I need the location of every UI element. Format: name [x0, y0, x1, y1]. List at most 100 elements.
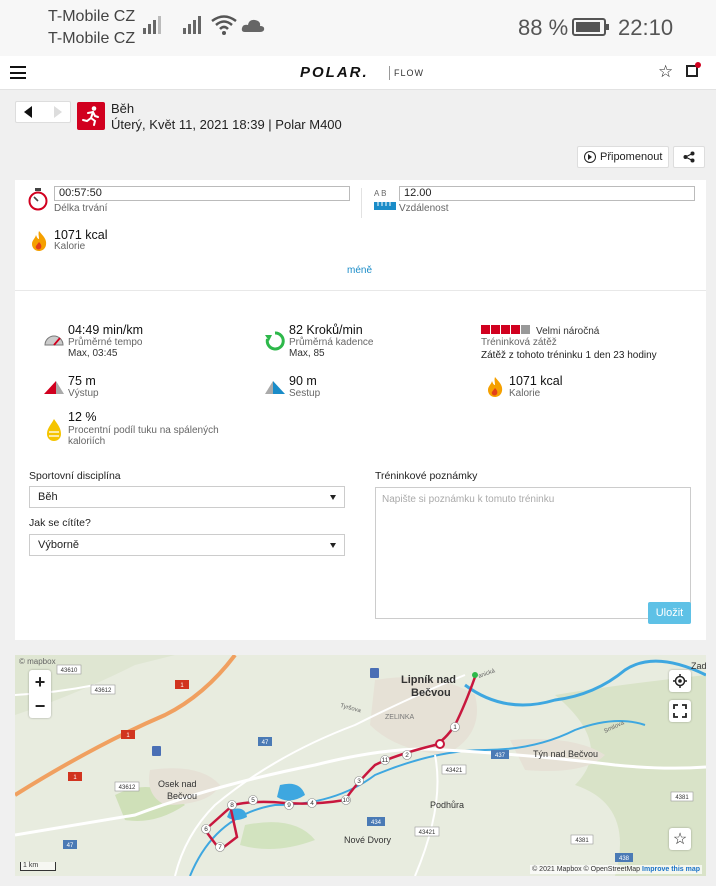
menu-icon[interactable]	[10, 66, 26, 79]
route-map[interactable]: 1 2 3 4 5 6 7 8 9 10 11 43610 43612 1 1 …	[15, 655, 706, 876]
feeling-label: Jak se cítíte?	[29, 517, 91, 529]
session-subtitle: Úterý, Květ 11, 2021 18:39 | Polar M400	[111, 117, 342, 132]
road-number: 434	[371, 820, 382, 826]
section-divider	[15, 290, 706, 291]
flame-icon	[32, 231, 47, 251]
summary-divider	[361, 188, 362, 218]
map-scale-bar: 1 km	[20, 862, 56, 871]
zoom-out-button[interactable]: −	[29, 694, 51, 718]
road-number: 43421	[419, 830, 436, 836]
distance-label: Vzdálenost	[399, 203, 449, 214]
previous-session-arrow-icon[interactable]	[24, 106, 32, 118]
calories-label-secondary: Kalorie	[509, 388, 541, 399]
running-icon	[77, 102, 105, 130]
train-station-icon	[370, 668, 379, 678]
map-label-town: Bečvou	[167, 791, 197, 801]
locate-button[interactable]	[669, 670, 691, 692]
fat-value: 12 %	[68, 410, 97, 424]
training-load-level: Velmi náročná	[536, 326, 600, 337]
next-session-arrow-icon[interactable]	[54, 106, 62, 118]
chevron-down-icon-secondary	[330, 543, 336, 548]
training-load-label: Tréninková zátěž	[481, 337, 557, 348]
road-number: 437	[495, 753, 506, 759]
cloud-icon	[241, 19, 265, 32]
sport-select-value: Běh	[38, 491, 58, 503]
calories-value-secondary: 1071 kcal	[509, 374, 563, 388]
distance-ab-label: A B	[374, 189, 387, 198]
signal-icon-secondary	[183, 16, 201, 34]
carrier-name-secondary: T-Mobile CZ	[48, 30, 136, 47]
sport-select[interactable]: Běh	[29, 486, 345, 508]
map-label-district: ZELINKA	[385, 714, 415, 721]
road-number: 47	[67, 843, 74, 849]
flame-icon-secondary	[488, 377, 503, 397]
fat-burn-icon	[47, 419, 61, 441]
attribution-text[interactable]: © 2021 Mapbox © OpenStreetMap	[532, 866, 640, 873]
km-marker: 9	[287, 802, 291, 809]
pace-value: 04:49 min/km	[68, 323, 144, 337]
km-marker: 1	[453, 724, 457, 731]
remind-label: Připomenout	[600, 151, 663, 163]
training-load-square	[491, 325, 500, 334]
road-number: 43612	[95, 688, 112, 694]
show-less-link[interactable]: méně	[347, 265, 372, 276]
train-station-icon	[152, 746, 161, 756]
calories-value: 1071 kcal	[54, 228, 108, 242]
map-label-town: Týn nad Bečvou	[533, 749, 598, 759]
map-favorite-star-icon[interactable]: ☆	[669, 828, 691, 850]
pace-max: Max, 03:45	[68, 348, 118, 359]
map-label-town: Bečvou	[411, 687, 451, 699]
mapbox-logo[interactable]: © mapbox	[19, 657, 56, 666]
save-notes-button[interactable]: Uložit	[648, 602, 691, 624]
map-label-village: Nové Dvory	[344, 835, 392, 845]
play-icon	[584, 151, 596, 163]
fullscreen-button[interactable]	[669, 700, 691, 722]
road-number: 47	[262, 740, 269, 746]
status-bar: T-Mobile CZ T-Mobile CZ 88 % 22:10	[0, 0, 716, 56]
app-header: POLAR. FLOW ☆	[0, 56, 716, 90]
favorites-star-icon[interactable]: ☆	[658, 62, 673, 82]
session-navigation	[15, 101, 71, 123]
km-marker: 10	[342, 797, 350, 804]
polar-logo[interactable]: POLAR.	[300, 64, 369, 81]
km-marker: 5	[251, 797, 255, 804]
zoom-controls: + −	[29, 670, 51, 718]
share-button[interactable]	[673, 146, 705, 168]
carrier-name: T-Mobile CZ	[48, 8, 136, 25]
road-number: 4381	[675, 795, 689, 801]
feeling-select[interactable]: Výborně	[29, 534, 345, 556]
training-load-square	[501, 325, 510, 334]
distance-field[interactable]: 12.00	[399, 186, 695, 201]
notes-textarea[interactable]: Napište si poznámku k tomuto tréninku	[375, 487, 691, 619]
improve-map-link[interactable]: Improve this map	[642, 866, 700, 873]
share-icon	[683, 151, 695, 163]
stopwatch-icon	[28, 188, 48, 211]
descent-label: Sestup	[289, 388, 321, 399]
training-load-meter	[481, 325, 530, 334]
duration-field[interactable]: 00:57:50	[54, 186, 350, 201]
road-number: 43610	[61, 668, 78, 674]
map-attribution: © 2021 Mapbox © OpenStreetMap Improve th…	[530, 865, 702, 874]
remind-button[interactable]: Připomenout	[577, 146, 669, 168]
cadence-icon	[265, 331, 285, 351]
map-label-town: Lipník nad	[401, 674, 456, 686]
notifications-icon[interactable]	[686, 62, 701, 77]
battery-icon	[572, 18, 609, 36]
duration-label: Délka trvání	[54, 203, 108, 214]
ascent-label: Výstup	[68, 388, 99, 399]
session-title: Běh	[111, 101, 135, 116]
zoom-in-button[interactable]: +	[29, 670, 51, 694]
fullscreen-icon	[673, 704, 687, 718]
ascent-value: 75 m	[68, 374, 96, 388]
fat-label: Procentní podíl tuku na spálených	[68, 425, 219, 436]
cadence-label: Průměrná kadence	[289, 337, 374, 348]
km-marker: 3	[357, 778, 361, 785]
flow-label: FLOW	[394, 68, 424, 78]
clock: 22:10	[618, 15, 674, 40]
km-marker: 4	[310, 800, 314, 807]
chevron-down-icon	[330, 495, 336, 500]
road-number: 4381	[575, 838, 589, 844]
descent-value: 90 m	[289, 374, 317, 388]
training-load-square	[521, 325, 530, 334]
km-marker: 8	[230, 802, 234, 809]
